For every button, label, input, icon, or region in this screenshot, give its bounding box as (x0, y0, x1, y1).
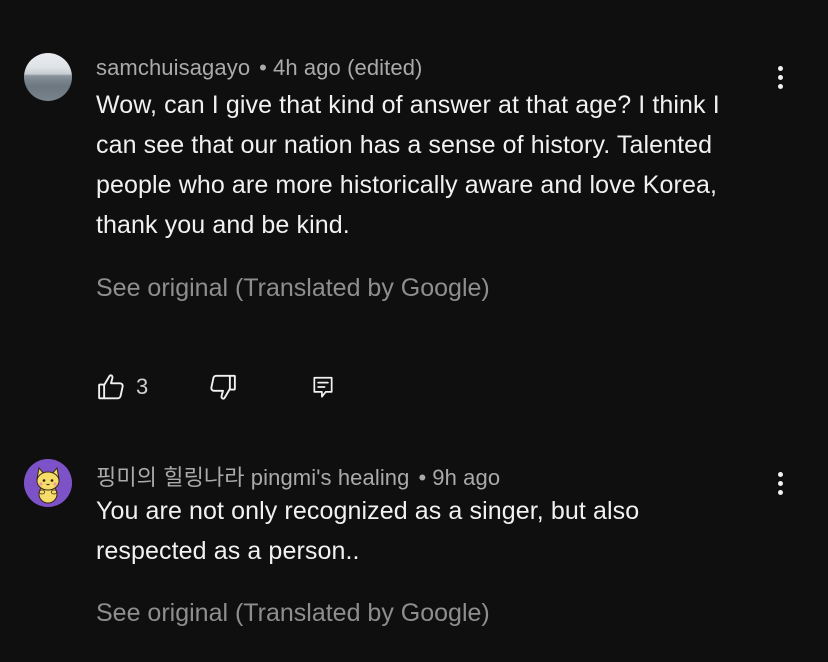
comment-header: 핑미의 힐링나라 pingmi's healing • 9h ago (96, 460, 500, 492)
comment-text: You are not only recognized as a singer,… (96, 497, 640, 565)
reply-button[interactable] (310, 370, 336, 404)
see-original-link[interactable]: See original (Translated by Google) (96, 599, 490, 628)
more-vertical-icon (777, 65, 783, 71)
comment-time[interactable]: 4h ago (edited) (273, 55, 423, 80)
more-dot (777, 480, 783, 486)
comment-reply-icon (310, 374, 336, 400)
comment-actions: 3 (96, 370, 356, 404)
comment-header: samchuisagayo • 4h ago (edited) (96, 55, 422, 81)
separator-dot: • (259, 55, 267, 80)
avatar[interactable] (24, 459, 72, 507)
more-dot (777, 489, 783, 495)
cat-avatar-icon (24, 459, 72, 507)
like-button[interactable]: 3 (96, 370, 148, 404)
author-name[interactable]: samchuisagayo (96, 55, 250, 80)
avatar[interactable] (24, 53, 72, 101)
see-original-link[interactable]: See original (Translated by Google) (96, 274, 490, 303)
dislike-button[interactable] (208, 370, 238, 404)
separator-dot: • (418, 465, 427, 490)
comment-text: Wow, can I give that kind of answer at t… (96, 91, 720, 239)
like-count: 3 (136, 374, 149, 399)
more-actions-button[interactable] (766, 60, 794, 94)
thumbs-down-icon (208, 372, 238, 402)
thumbs-up-icon (96, 372, 126, 402)
more-vertical-icon (777, 471, 783, 477)
more-actions-button[interactable] (766, 466, 794, 500)
comment-thread-item: samchuisagayo • 4h ago (edited) Wow, can I… (0, 0, 828, 430)
author-name[interactable]: 핑미의 힐링나라 pingmi's healing (96, 465, 409, 490)
more-dot (777, 83, 783, 89)
comment-time[interactable]: 9h ago (432, 465, 500, 490)
comment-thread-item: 핑미의 힐링나라 pingmi's healing • 9h ago You are… (0, 430, 828, 662)
more-dot (777, 74, 783, 80)
